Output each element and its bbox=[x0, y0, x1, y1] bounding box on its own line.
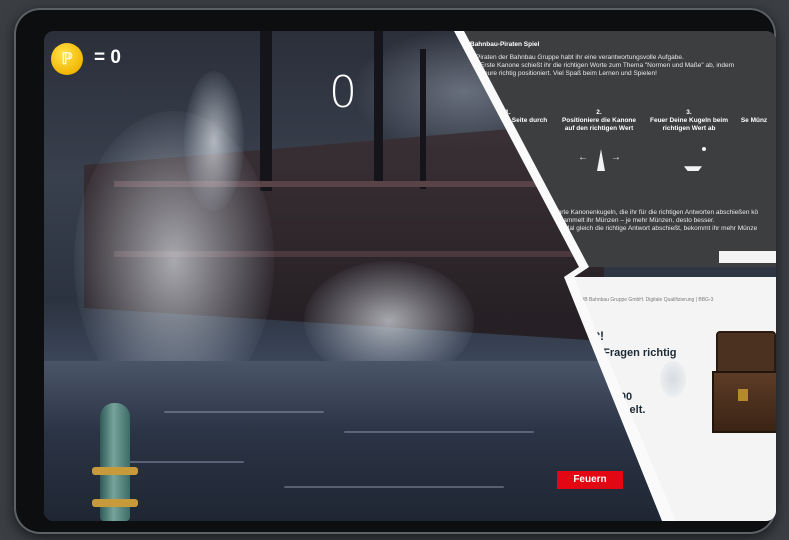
cannon-icon bbox=[597, 149, 605, 171]
cannon[interactable] bbox=[92, 403, 138, 521]
wave bbox=[344, 431, 534, 433]
water-splash bbox=[184, 71, 244, 211]
coin-icon: ℙ bbox=[51, 43, 83, 75]
cannon-band bbox=[92, 499, 138, 507]
instructions-outro-line: ehrte Kanonenkugeln, die ihr für die ric… bbox=[554, 209, 759, 216]
ship-image bbox=[660, 361, 686, 397]
ship-icon bbox=[684, 166, 702, 171]
right-arrow-icon: → bbox=[611, 152, 621, 163]
instruction-step-3: 3. Feuer Deine Kugeln beim richtigen Wer… bbox=[649, 109, 729, 133]
instructions-intro-line: Piraten der Bahnbau Gruppe habt ihr eine… bbox=[476, 54, 684, 61]
instructions-outro-line: Mal gleich die richtige Antwort abschieß… bbox=[564, 225, 758, 232]
instructions-intro-line: Erste Kanone schießt ihr die richtigen W… bbox=[480, 62, 735, 69]
step-number: 3. bbox=[686, 109, 692, 116]
step-label: Feuer Deine Kugeln beim richtigen Wert a… bbox=[649, 117, 729, 132]
treasure-chest-image bbox=[712, 331, 776, 433]
instructions-intro-line: eure richtig positioniert. Viel Spaß bei… bbox=[484, 70, 657, 77]
cannonball-icon bbox=[702, 147, 706, 151]
step-number: 2. bbox=[596, 109, 602, 116]
wave bbox=[284, 486, 504, 488]
chest-box bbox=[712, 371, 776, 433]
coin-counter: = 0 bbox=[94, 47, 121, 68]
instruction-step-2: 2. Positioniere die Kanone auf den richt… bbox=[559, 109, 639, 133]
ship-mast bbox=[374, 31, 383, 181]
wave bbox=[164, 411, 324, 413]
game-screen: ℙ = 0 0 Bahnbau-Piraten Spiel Piraten de… bbox=[44, 31, 776, 521]
step-label: Positioniere die Kanone auf den richtige… bbox=[561, 117, 637, 132]
start-button[interactable] bbox=[719, 251, 776, 263]
fire-button[interactable]: Feuern bbox=[557, 471, 623, 489]
cannon-band bbox=[92, 467, 138, 475]
coin-glyph: ℙ bbox=[61, 51, 73, 68]
ship-mast bbox=[260, 31, 272, 191]
chest-lock bbox=[738, 389, 748, 401]
result-header: der DB Bahnbau Gruppe GmbH. Digitale Qua… bbox=[572, 297, 714, 303]
ship-mast bbox=[420, 49, 426, 189]
instructions-outro-line: sammelt ihr Münzen – je mehr Münzen, des… bbox=[560, 217, 715, 224]
step-label: Se Münz bbox=[740, 117, 768, 124]
left-arrow-icon: ← bbox=[578, 152, 588, 163]
score-display: 0 bbox=[329, 67, 357, 118]
instruction-step-4: Se Münz bbox=[734, 117, 774, 125]
instructions-title: Bahnbau-Piraten Spiel bbox=[470, 41, 540, 48]
